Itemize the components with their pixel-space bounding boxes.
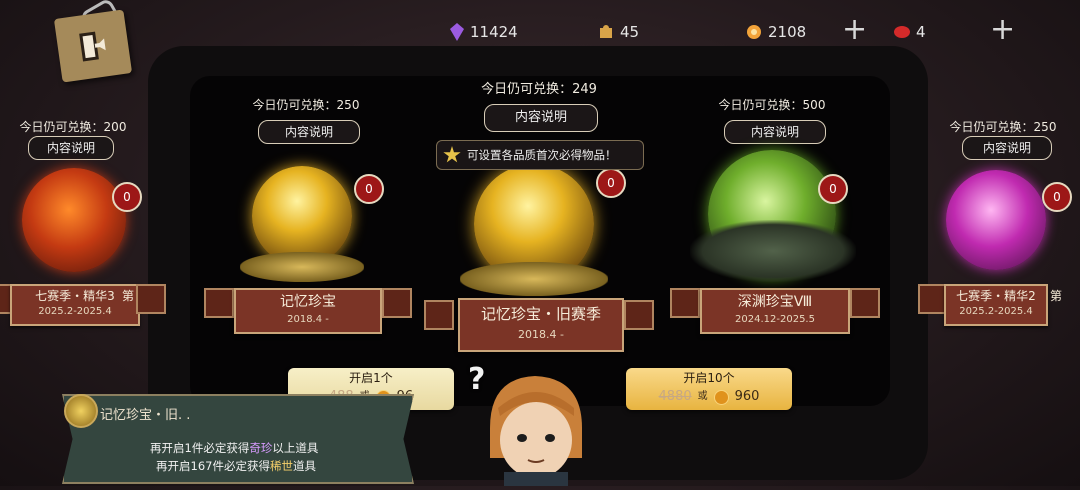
add-candy-button[interactable]: + [842, 14, 867, 46]
currency-candy: 2108 [746, 16, 806, 48]
far-right-chest-orb[interactable] [946, 170, 1046, 270]
left-ribbon-end-right [382, 288, 412, 318]
currency-gem: 4 [894, 16, 926, 48]
currency-candy-value: 2108 [768, 23, 807, 41]
note-line-2: 再开启167件必定获得稀世道具 [156, 458, 316, 474]
currency-puzzle-value: 45 [620, 23, 640, 41]
note-line-1-suffix: 以上道具 [272, 441, 319, 455]
left-chest-orb[interactable] [252, 166, 352, 266]
currency-crystal: 11424 [450, 16, 518, 48]
far-left-ribbon-end-right [136, 284, 166, 314]
center-info-button[interactable]: 内容说明 [484, 104, 598, 132]
currency-crystal-value: 11424 [470, 23, 518, 41]
currency-puzzle: 45 [598, 16, 639, 48]
open-ten-cost: 4880 或 960 [626, 388, 792, 406]
red-gem-icon [894, 26, 910, 38]
tooltip-text: 可设置各品质首次必得物品！ [467, 148, 617, 162]
right-quota: 今日仍可兑换：500 [718, 98, 826, 112]
far-left-info-button[interactable]: 内容说明 [28, 136, 114, 160]
right-info-button[interactable]: 内容说明 [724, 120, 826, 144]
character-portrait [470, 368, 600, 486]
center-banner: 记忆珍宝・旧赛季 2018.4 - [458, 298, 624, 352]
right-count-badge: 0 [818, 174, 848, 204]
far-left-dates: 2025.2-2025.4 [38, 306, 112, 317]
right-dates: 2024.12-2025.5 [735, 314, 815, 325]
currency-gem-value: 4 [916, 23, 926, 41]
center-ribbon-end [424, 300, 454, 330]
far-right-name: 七赛季・精华2 [956, 289, 1036, 303]
right-chest-wings [690, 220, 856, 282]
left-name: 记忆珍宝 [280, 294, 336, 310]
open-one-label: 开启1个 [349, 371, 393, 385]
far-right-extra: 第 [1050, 289, 1063, 303]
far-left-count-badge: 0 [112, 182, 142, 212]
far-right-quota: 今日仍可兑换：250 [949, 120, 1057, 134]
purple-crystal-icon [450, 23, 464, 41]
far-left-chest-orb[interactable] [22, 168, 126, 272]
add-gem-button[interactable]: + [990, 14, 1015, 46]
puzzle-piece-icon [600, 25, 612, 38]
open-ten-discount-cost: 960 [734, 389, 760, 404]
right-ribbon-end-right [850, 288, 880, 318]
left-dates: 2018.4 - [287, 314, 329, 325]
left-quota: 今日仍可兑换：250 [252, 98, 360, 112]
left-chest-wings [240, 252, 364, 282]
center-ribbon-end-right [624, 300, 654, 330]
far-left-extra: 第 [122, 289, 135, 303]
note-title: 记忆珍宝・旧. . [100, 408, 191, 423]
far-left-banner: 七赛季・精华3 2025.2-2025.4 [10, 284, 140, 326]
right-banner: 深渊珍宝Ⅷ 2024.12-2025.5 [700, 288, 850, 334]
open-ten-button[interactable]: 开启10个 4880 或 960 [626, 368, 792, 410]
note-line-2-suffix: 道具 [292, 459, 316, 473]
note-line-2-highlight: 稀世 [269, 459, 293, 473]
note-line-2-prefix: 再开启167件必定获得 [156, 459, 270, 473]
far-right-banner: 七赛季・精华2 2025.2-2025.4 [944, 284, 1048, 326]
exit-door-icon [79, 31, 106, 62]
center-dates: 2018.4 - [518, 328, 564, 341]
candy-coin-icon [747, 25, 761, 39]
left-count-badge: 0 [354, 174, 384, 204]
far-right-dates: 2025.2-2025.4 [959, 306, 1033, 317]
left-banner: 记忆珍宝 2018.4 - [234, 288, 382, 334]
center-count-badge: 0 [596, 168, 626, 198]
candy-coin-icon [713, 389, 729, 405]
right-ribbon-end [670, 288, 700, 318]
note-line-1-highlight: 奇珍 [249, 441, 273, 455]
open-ten-original-cost: 4880 [658, 389, 692, 404]
far-left-name: 七赛季・精华3 [35, 289, 115, 303]
tooltip-guarantee: 可设置各品质首次必得物品！ [436, 140, 644, 170]
open-ten-or: 或 [697, 391, 708, 402]
far-right-count-badge: 0 [1042, 182, 1072, 212]
far-left-quota: 今日仍可兑换：200 [19, 120, 127, 134]
center-chest-wings [460, 262, 608, 296]
right-name: 深渊珍宝Ⅷ [737, 294, 813, 310]
left-ribbon-end [204, 288, 234, 318]
exit-button[interactable] [53, 9, 133, 83]
note-line-1: 再开启1件必定获得奇珍以上道具 [150, 440, 318, 456]
left-info-button[interactable]: 内容说明 [258, 120, 360, 144]
open-ten-label: 开启10个 [683, 371, 735, 385]
star-icon [443, 146, 461, 163]
center-name: 记忆珍宝・旧赛季 [480, 305, 601, 323]
far-right-info-button[interactable]: 内容说明 [962, 136, 1052, 160]
note-line-1-prefix: 再开启1件必定获得 [150, 441, 250, 455]
chest-medal-icon [64, 394, 98, 428]
center-quota: 今日仍可兑换：249 [481, 82, 597, 97]
